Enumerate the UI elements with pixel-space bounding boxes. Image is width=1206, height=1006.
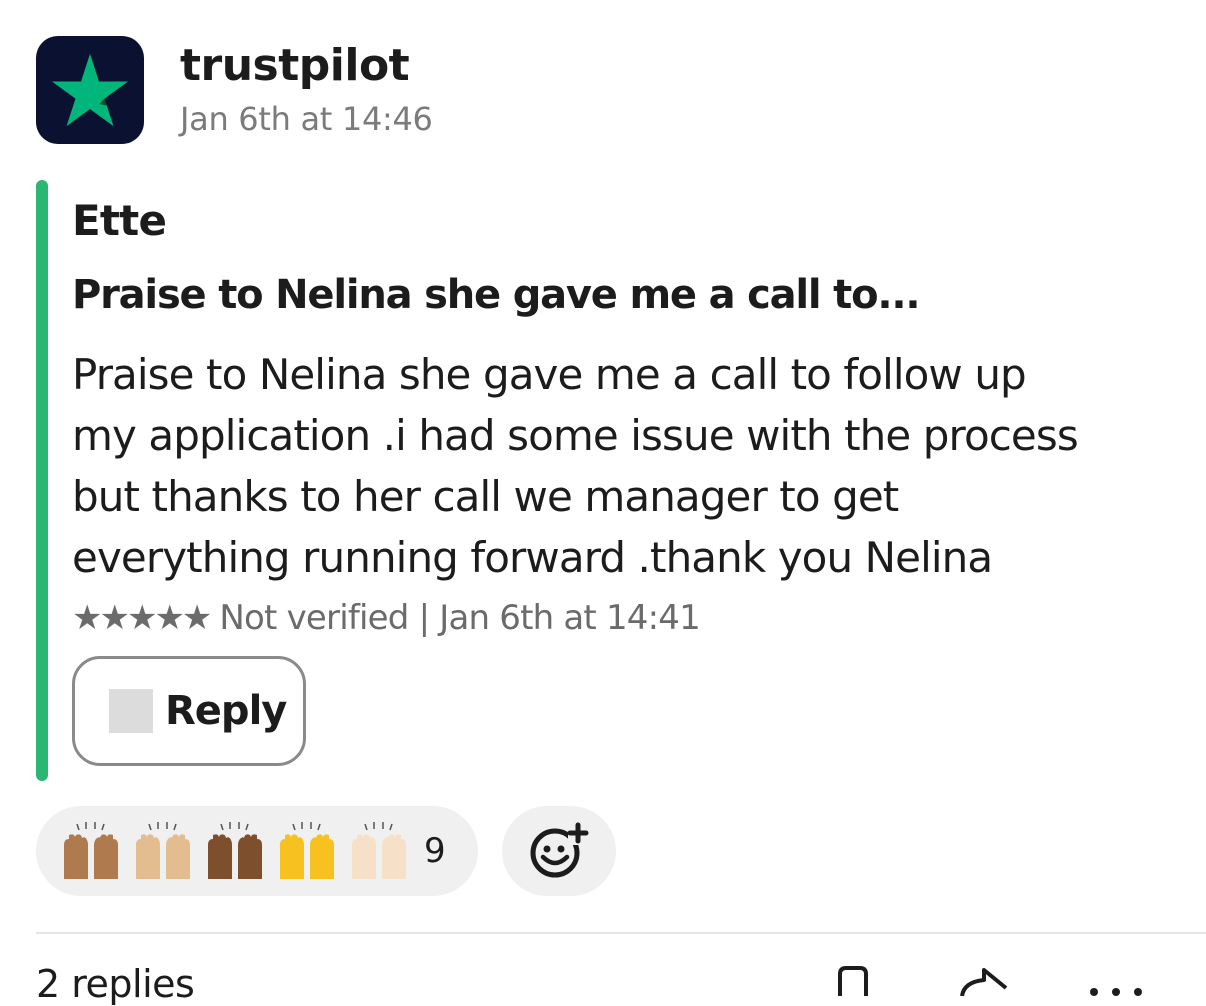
star-rating: ★★★★★ (72, 598, 212, 638)
reply-button[interactable]: Reply (72, 656, 306, 766)
review-verification-date: Not verified | Jan 6th at 14:41 (219, 598, 700, 638)
review-body: Praise to Nelina she gave me a call to f… (72, 344, 1192, 588)
raised-hands-medium-dark-icon (208, 822, 262, 879)
app-avatar[interactable] (36, 36, 144, 144)
review-body-line: everything running forward .thank you Ne… (72, 533, 993, 582)
bookmark-icon[interactable] (836, 966, 870, 996)
attachment-accent-bar (36, 180, 48, 781)
raised-hands-medium-light-icon (136, 822, 190, 879)
reviewer-name: Ette (72, 196, 167, 245)
message-timestamp[interactable]: Jan 6th at 14:46 (180, 100, 433, 138)
raised-hands-medium-icon (64, 822, 118, 879)
more-icon[interactable] (1086, 966, 1146, 996)
app-name[interactable]: trustpilot (180, 40, 410, 91)
reply-image-placeholder-icon (109, 689, 153, 733)
reaction-raised-hands[interactable]: 9 (36, 806, 478, 896)
raised-hands-emoji-group (60, 821, 410, 881)
trustpilot-star-icon (52, 53, 128, 127)
reaction-count: 9 (424, 831, 446, 871)
share-icon[interactable] (956, 966, 1012, 996)
review-body-line: but thanks to her call we manager to get (72, 472, 899, 521)
thread-replies-link[interactable]: 2 replies (36, 962, 195, 1006)
divider (36, 932, 1206, 934)
review-headline[interactable]: Praise to Nelina she gave me a call to..… (72, 272, 921, 318)
raised-hands-yellow-icon (280, 822, 334, 879)
review-body-line: Praise to Nelina she gave me a call to f… (72, 350, 1027, 399)
review-body-line: my application .i had some issue with th… (72, 411, 1079, 460)
reply-button-label: Reply (165, 688, 287, 734)
review-meta: ★★★★★ Not verified | Jan 6th at 14:41 (72, 598, 701, 638)
raised-hands-light-icon (352, 822, 406, 879)
add-reaction-button[interactable] (502, 806, 616, 896)
add-reaction-icon (530, 822, 590, 878)
